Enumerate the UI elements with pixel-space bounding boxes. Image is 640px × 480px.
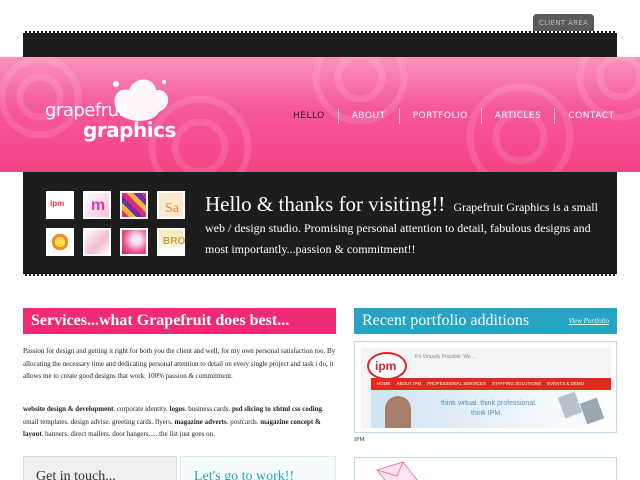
thumbnail-6[interactable] [83,228,111,256]
nav-hello[interactable]: HELLO [280,108,338,124]
preview-menu: HOME ABOUT IPM PROFESSIONAL SERVICES STA… [371,378,611,390]
nav-portfolio[interactable]: PORTFOLIO [398,108,481,124]
preview-person [385,396,411,428]
work-box[interactable]: Let's go to work!! [180,456,336,480]
thumbnail-7[interactable] [120,228,148,256]
portfolio-heading: Recent portfolio additions View Portfoli… [354,308,617,334]
hero-text: Hello & thanks for visiting!! Grapefruit … [205,194,605,260]
nav-articles[interactable]: ARTICLES [480,108,555,124]
contact-box[interactable]: Get in touch... [23,456,177,480]
preview-device-1 [557,391,583,419]
services-heading: Services...what Grapefruit does best... [23,308,336,334]
client-area-link[interactable]: CLIENT AREA [533,14,594,32]
thumbnail-8[interactable]: BRO [157,228,185,256]
preview-banner: think virtual. think professional. think… [371,390,611,428]
thumbnail-2[interactable]: m [83,191,111,219]
contact-box-title: Get in touch... [36,469,116,480]
preview-tagline: It's Virtually Possible. We ... [415,354,477,360]
portfolio-preview-2[interactable] [354,457,617,480]
preview-device-2 [579,397,605,425]
services-intro: Passion for design and getting it right … [23,347,336,380]
thumbnail-5[interactable] [46,228,74,256]
main-nav: HELLO ABOUT PORTFOLIO ARTICLES CONTACT [280,108,628,124]
thumbnail-4[interactable]: Sa [157,191,185,219]
header-top-bar [23,31,617,59]
services-list: website design & development. corporate … [23,405,324,438]
thumbnail-3[interactable] [120,191,148,219]
thumbnail-ipm[interactable]: ipm [46,191,74,219]
nav-about[interactable]: ABOUT [337,108,399,124]
preview-site: ipm It's Virtually Possible. We ... HOME… [361,348,611,428]
envelope-icon [376,461,418,480]
preview-logo: ipm [367,352,407,380]
portfolio-heading-text: Recent portfolio additions [362,312,530,329]
logo[interactable]: grapefruit graphics [45,100,180,148]
hero-banner: ipm m Sa BRO Hello & thanks for visiting… [23,172,617,276]
hero-headline: Hello & thanks for visiting!! [205,192,446,216]
view-portfolio-link[interactable]: View Portfolio [568,308,609,334]
logo-text-bottom: graphics [83,118,176,142]
portfolio-preview[interactable]: ipm It's Virtually Possible. We ... HOME… [354,341,617,433]
portfolio-caption: IPM [354,437,365,443]
nav-contact[interactable]: CONTACT [554,108,627,124]
work-box-title: Let's go to work!! [194,469,295,480]
